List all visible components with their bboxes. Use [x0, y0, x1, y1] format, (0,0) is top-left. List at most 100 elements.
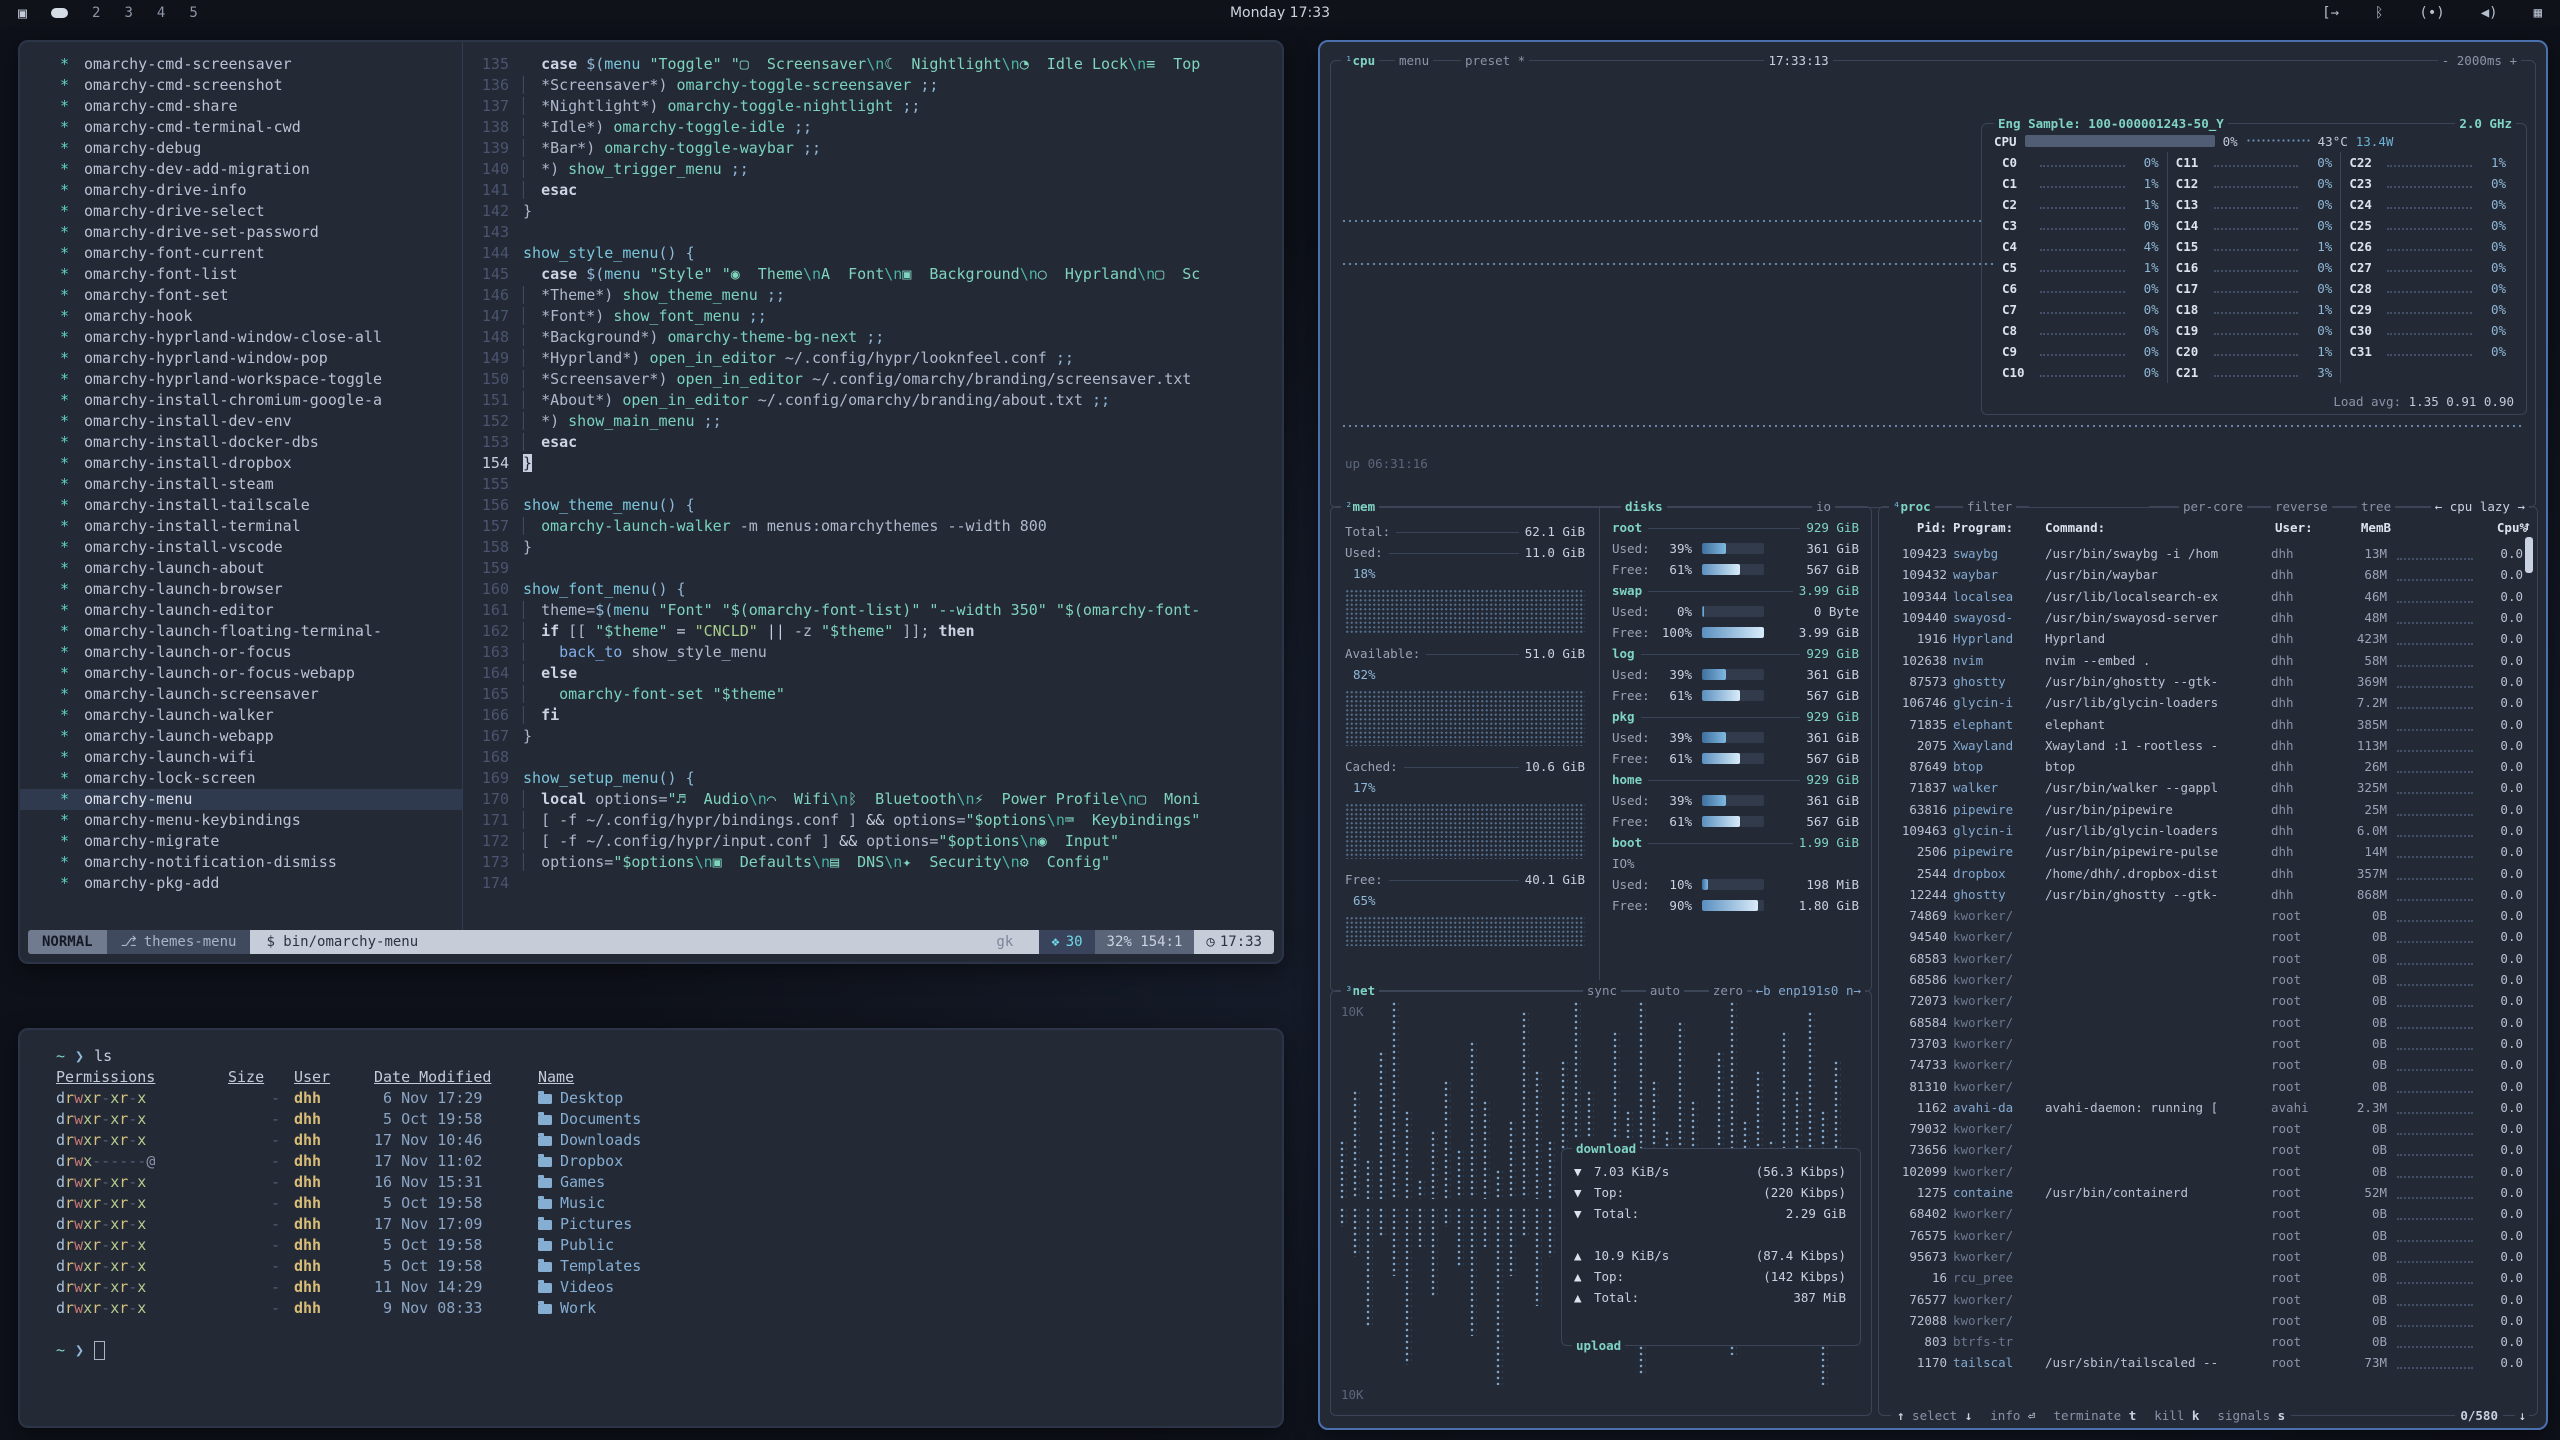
file-item[interactable]: *omarchy-migrate [20, 831, 462, 852]
file-item[interactable]: *omarchy-launch-walker [20, 705, 462, 726]
proc-reverse-toggle[interactable]: reverse [2271, 496, 2332, 517]
proc-filter-input[interactable] [2029, 496, 2149, 508]
file-item[interactable]: *omarchy-install-vscode [20, 537, 462, 558]
cpu-box-title[interactable]: ¹cpu [1341, 50, 1379, 71]
file-item[interactable]: *omarchy-install-chromium-google-a [20, 390, 462, 411]
file-item[interactable]: *omarchy-install-steam [20, 474, 462, 495]
process-row[interactable]: 71835elephantelephantdhh385M0.0 [1879, 713, 2523, 734]
file-item[interactable]: *omarchy-launch-browser [20, 579, 462, 600]
file-item[interactable]: *omarchy-drive-info [20, 180, 462, 201]
process-row[interactable]: 76577kworker/root0B0.0 [1879, 1288, 2523, 1309]
logout-icon[interactable]: [→ [2322, 5, 2339, 21]
proc-action-signals[interactable]: signals s [2217, 1405, 2285, 1426]
workspace-4[interactable]: 4 [157, 5, 165, 21]
process-row[interactable]: 63816pipewire/usr/bin/pipewiredhh25M0.0 [1879, 799, 2523, 820]
prompt-line-empty[interactable]: ~❯ [56, 1340, 1282, 1361]
process-row[interactable]: 1916HyprlandHyprlanddhh423M0.0 [1879, 628, 2523, 649]
btop-preset-button[interactable]: preset * [1461, 50, 1529, 71]
proc-column-header[interactable]: Program: [1953, 517, 2039, 538]
file-item[interactable]: *omarchy-install-docker-dbs [20, 432, 462, 453]
process-row[interactable]: 68584kworker/root0B0.0 [1879, 1012, 2523, 1033]
proc-column-header[interactable]: User: [2275, 517, 2331, 538]
file-item[interactable]: *omarchy-install-dropbox [20, 453, 462, 474]
process-row[interactable]: 81310kworker/root0B0.0 [1879, 1075, 2523, 1096]
file-item[interactable]: *omarchy-cmd-screensaver [20, 54, 462, 75]
file-item[interactable]: *omarchy-drive-select [20, 201, 462, 222]
file-item[interactable]: *omarchy-install-dev-env [20, 411, 462, 432]
file-item[interactable]: *omarchy-launch-floating-terminal- [20, 621, 462, 642]
proc-box-title[interactable]: ⁴proc [1889, 496, 1935, 517]
disk-entry[interactable]: root929 GiB [1612, 517, 1859, 538]
disk-entry[interactable]: log929 GiB [1612, 643, 1859, 664]
file-item[interactable]: *omarchy-launch-or-focus [20, 642, 462, 663]
volume-icon[interactable]: ◀) [2481, 5, 2498, 21]
process-row[interactable]: 1162avahi-daavahi-daemon: running [avahi… [1879, 1097, 2523, 1118]
process-row[interactable]: 1170tailscal/usr/sbin/tailscaled --root7… [1879, 1352, 2523, 1373]
process-row[interactable]: 109423swaybg/usr/bin/swaybg -i /homdhh13… [1879, 543, 2523, 564]
cpu-chip-icon[interactable]: ▦ [2534, 5, 2542, 21]
scroll-up-arrow[interactable]: ↑ [2523, 515, 2531, 536]
process-row[interactable]: 2075XwaylandXwayland :1 -rootless -dhh11… [1879, 735, 2523, 756]
process-row[interactable]: 87573ghostty/usr/bin/ghostty --gtk-dhh36… [1879, 671, 2523, 692]
file-item[interactable]: *omarchy-menu-keybindings [20, 810, 462, 831]
process-row[interactable]: 109432waybar/usr/bin/waybardhh68M0.0 [1879, 564, 2523, 585]
disk-entry[interactable]: pkg929 GiB [1612, 706, 1859, 727]
process-row[interactable]: 73703kworker/root0B0.0 [1879, 1033, 2523, 1054]
process-row[interactable]: 2506pipewire/usr/bin/pipewire-pulsedhh14… [1879, 841, 2523, 862]
file-item[interactable]: *omarchy-dev-add-migration [20, 159, 462, 180]
file-item[interactable]: *omarchy-hook [20, 306, 462, 327]
proc-sort-selector[interactable]: ← cpu lazy → [2431, 496, 2529, 517]
file-item[interactable]: *omarchy-install-tailscale [20, 495, 462, 516]
file-item[interactable]: *omarchy-launch-screensaver [20, 684, 462, 705]
net-auto-button[interactable]: auto [1646, 980, 1684, 1001]
workspace-overview-icon[interactable]: ▣ [18, 4, 27, 22]
file-item[interactable]: *omarchy-debug [20, 138, 462, 159]
file-item[interactable]: *omarchy-hyprland-window-close-all [20, 327, 462, 348]
process-row[interactable]: 16rcu_preeroot0B0.0 [1879, 1267, 2523, 1288]
file-item[interactable]: *omarchy-hyprland-workspace-toggle [20, 369, 462, 390]
process-row[interactable]: 102099kworker/root0B0.0 [1879, 1161, 2523, 1182]
net-box-title[interactable]: ³net [1341, 980, 1379, 1001]
process-row[interactable]: 79032kworker/root0B0.0 [1879, 1118, 2523, 1139]
process-row[interactable]: 803btrfs-trroot0B0.0 [1879, 1331, 2523, 1352]
file-item[interactable]: *omarchy-launch-about [20, 558, 462, 579]
workspace-1-active[interactable] [51, 8, 68, 18]
process-row[interactable]: 76575kworker/root0B0.0 [1879, 1225, 2523, 1246]
file-item[interactable]: *omarchy-launch-webapp [20, 726, 462, 747]
proc-scrollbar[interactable] [2525, 537, 2533, 573]
process-row[interactable]: 71837walker/usr/bin/walker --gappldhh325… [1879, 777, 2523, 798]
workspace-2[interactable]: 2 [92, 5, 100, 21]
proc-column-header[interactable]: Pid: [1887, 517, 1947, 538]
btop-menu-button[interactable]: menu [1395, 50, 1433, 71]
update-interval-control[interactable]: - 2000ms + [2438, 50, 2521, 71]
file-item[interactable]: *omarchy-pkg-add [20, 873, 462, 894]
net-sync-button[interactable]: sync [1583, 980, 1621, 1001]
file-item[interactable]: *omarchy-cmd-share [20, 96, 462, 117]
process-row[interactable]: 106746glycin-i/usr/lib/glycin-loadersdhh… [1879, 692, 2523, 713]
process-row[interactable]: 72088kworker/root0B0.0 [1879, 1310, 2523, 1331]
process-row[interactable]: 72073kworker/root0B0.0 [1879, 990, 2523, 1011]
proc-column-header[interactable]: Command: [2045, 517, 2269, 538]
process-row[interactable]: 12244ghostty/usr/bin/ghostty --gtk-dhh86… [1879, 884, 2523, 905]
file-item[interactable]: *omarchy-font-current [20, 243, 462, 264]
proc-filter-button[interactable]: filter [1963, 496, 2016, 517]
file-item[interactable]: *omarchy-cmd-screenshot [20, 75, 462, 96]
proc-action-terminate[interactable]: terminate t [2053, 1405, 2136, 1426]
process-row[interactable]: 109344localsea/usr/lib/localsearch-exdhh… [1879, 586, 2523, 607]
process-row[interactable]: 1275containe/usr/bin/containerdroot52M0.… [1879, 1182, 2523, 1203]
workspace-3[interactable]: 3 [124, 5, 132, 21]
net-zero-button[interactable]: zero [1709, 980, 1747, 1001]
disk-entry[interactable]: boot1.99 GiB [1612, 832, 1859, 853]
file-item[interactable]: *omarchy-menu [20, 789, 462, 810]
process-row[interactable]: 74733kworker/root0B0.0 [1879, 1054, 2523, 1075]
process-row[interactable]: 68586kworker/root0B0.0 [1879, 969, 2523, 990]
file-item[interactable]: *omarchy-launch-wifi [20, 747, 462, 768]
file-item[interactable]: *omarchy-install-terminal [20, 516, 462, 537]
process-row[interactable]: 109463glycin-i/usr/lib/glycin-loadersdhh… [1879, 820, 2523, 841]
disk-entry[interactable]: home929 GiB [1612, 769, 1859, 790]
workspace-5[interactable]: 5 [189, 5, 197, 21]
proc-column-header[interactable] [2397, 517, 2481, 538]
proc-tree-toggle[interactable]: tree [2357, 496, 2395, 517]
process-row[interactable]: 73656kworker/root0B0.0 [1879, 1139, 2523, 1160]
process-row[interactable]: 95673kworker/root0B0.0 [1879, 1246, 2523, 1267]
